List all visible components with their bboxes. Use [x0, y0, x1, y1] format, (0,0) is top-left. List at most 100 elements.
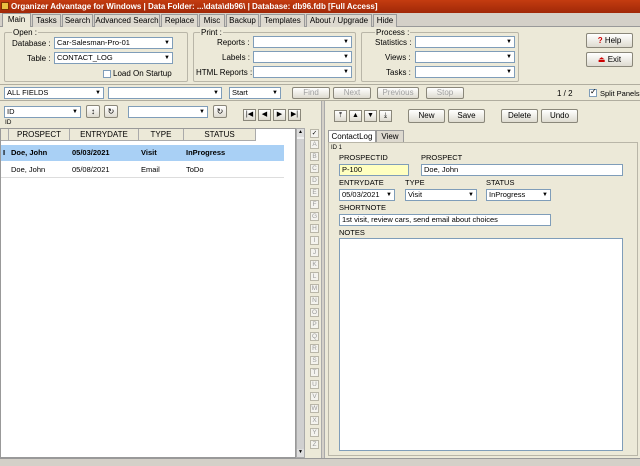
- find-button[interactable]: Find: [292, 87, 330, 99]
- tab-view[interactable]: View: [376, 130, 404, 142]
- next-button[interactable]: Next: [333, 87, 371, 99]
- letter-filter-e[interactable]: E: [310, 188, 319, 197]
- letter-filter-x[interactable]: X: [310, 416, 319, 425]
- stop-button[interactable]: Stop: [426, 87, 464, 99]
- records-grid[interactable]: PROSPECT ENTRYDATE TYPE STATUS I Doe, Jo…: [0, 128, 296, 458]
- notes-field[interactable]: [339, 238, 623, 451]
- column-header-status[interactable]: STATUS: [184, 129, 256, 141]
- letter-filter-b[interactable]: B: [310, 152, 319, 161]
- letter-filter-o[interactable]: O: [310, 308, 319, 317]
- tab-contactlog[interactable]: ContactLog: [328, 130, 376, 142]
- tab-advanced-search[interactable]: Advanced Search: [94, 14, 160, 27]
- undo-button[interactable]: Undo: [541, 109, 578, 123]
- split-panels-checkbox[interactable]: [589, 87, 597, 97]
- refresh-sort-button[interactable]: ↻: [104, 105, 118, 118]
- app-icon: [1, 2, 9, 10]
- column-header-entrydate[interactable]: ENTRYDATE: [70, 129, 139, 141]
- shortnote-field[interactable]: 1st visit, review cars, send email about…: [339, 214, 551, 226]
- reports-select[interactable]: ▼: [253, 36, 352, 48]
- save-button[interactable]: Save: [448, 109, 485, 123]
- move-up-button[interactable]: ▲: [349, 110, 362, 122]
- scroll-thumb[interactable]: [297, 139, 304, 449]
- panel-splitter[interactable]: [321, 101, 325, 458]
- statistics-select[interactable]: ▼: [415, 36, 515, 48]
- grid-scrollbar[interactable]: ▲ ▼: [296, 128, 305, 458]
- tab-main[interactable]: Main: [2, 13, 31, 27]
- search-field-select[interactable]: ALL FIELDS ▼: [4, 87, 104, 99]
- sort-direction-button[interactable]: ↕: [86, 105, 100, 118]
- letter-filter-f[interactable]: F: [310, 200, 319, 209]
- letter-filter-a[interactable]: A: [310, 140, 319, 149]
- search-mode-select[interactable]: Start ▼: [229, 87, 281, 99]
- previous-button[interactable]: Previous: [377, 87, 419, 99]
- html-reports-select[interactable]: ▼: [253, 66, 352, 78]
- letter-filter-g[interactable]: G: [310, 212, 319, 221]
- letter-filter-i[interactable]: I: [310, 236, 319, 245]
- type-select[interactable]: Visit ▼: [405, 189, 477, 201]
- new-button[interactable]: New: [408, 109, 445, 123]
- reports-label: Reports :: [217, 38, 250, 47]
- column-header-prospect[interactable]: PROSPECT: [9, 129, 70, 141]
- tab-backup[interactable]: Backup: [226, 14, 259, 27]
- database-select[interactable]: Car-Salesman-Pro-01 ▼: [54, 37, 173, 49]
- tab-templates[interactable]: Templates: [260, 14, 305, 27]
- tab-replace[interactable]: Replace: [161, 14, 198, 27]
- letter-filter-s[interactable]: S: [310, 356, 319, 365]
- prospectid-field[interactable]: P-100: [339, 164, 409, 176]
- letter-filter-r[interactable]: R: [310, 344, 319, 353]
- table-row[interactable]: Doe, John 05/08/2021 Email ToDo: [1, 162, 284, 178]
- entrydate-label: ENTRYDATE: [339, 178, 384, 187]
- filter-select[interactable]: ▼: [128, 106, 208, 118]
- move-down-button[interactable]: ▼: [364, 110, 377, 122]
- table-row[interactable]: I Doe, John 05/03/2021 Visit InProgress: [1, 145, 284, 161]
- views-select[interactable]: ▼: [415, 51, 515, 63]
- letter-filter-c[interactable]: C: [310, 164, 319, 173]
- letter-filter-l[interactable]: L: [310, 272, 319, 281]
- prospect-field[interactable]: Doe, John: [421, 164, 623, 176]
- ribbon-panel: Open : Database : Car-Salesman-Pro-01 ▼ T…: [0, 27, 640, 85]
- exit-button[interactable]: ⏏ Exit: [586, 52, 633, 67]
- move-top-button[interactable]: ⤒: [334, 110, 347, 122]
- letter-filter-j[interactable]: J: [310, 248, 319, 257]
- scroll-up-icon[interactable]: ▲: [297, 129, 304, 137]
- last-record-button[interactable]: ▶|: [288, 109, 301, 121]
- tab-hide[interactable]: Hide: [373, 14, 397, 27]
- letter-filter-y[interactable]: Y: [310, 428, 319, 437]
- tab-misc[interactable]: Misc: [199, 14, 225, 27]
- move-bottom-button[interactable]: ⤓: [379, 110, 392, 122]
- shortnote-label: SHORTNOTE: [339, 203, 386, 212]
- letter-filter-u[interactable]: U: [310, 380, 319, 389]
- letter-filter-z[interactable]: Z: [310, 440, 319, 449]
- tab-tasks[interactable]: Tasks: [32, 14, 61, 27]
- letter-filter-q[interactable]: Q: [310, 332, 319, 341]
- load-on-startup-checkbox[interactable]: [103, 70, 111, 78]
- help-button[interactable]: ? Help: [586, 33, 633, 48]
- first-record-button[interactable]: |◀: [243, 109, 256, 121]
- table-select[interactable]: CONTACT_LOG ▼: [54, 52, 173, 64]
- next-record-button[interactable]: ▶: [273, 109, 286, 121]
- delete-button[interactable]: Delete: [501, 109, 538, 123]
- scroll-down-icon[interactable]: ▼: [297, 449, 304, 457]
- tasks-select[interactable]: ▼: [415, 66, 515, 78]
- refresh-filter-button[interactable]: ↻: [213, 105, 227, 118]
- labels-select[interactable]: ▼: [253, 51, 352, 63]
- letter-filter-m[interactable]: M: [310, 284, 319, 293]
- entrydate-field[interactable]: 05/03/2021 ▼: [339, 189, 395, 201]
- letter-filter-t[interactable]: T: [310, 368, 319, 377]
- letter-filter-n[interactable]: N: [310, 296, 319, 305]
- sort-field-select[interactable]: ID ▼: [4, 106, 81, 118]
- letter-filter-w[interactable]: W: [310, 404, 319, 413]
- letter-filter-v[interactable]: V: [310, 392, 319, 401]
- status-select[interactable]: InProgress ▼: [486, 189, 551, 201]
- all-letters-button[interactable]: ✓: [310, 129, 319, 138]
- search-input[interactable]: ▼: [108, 87, 222, 99]
- html-reports-label: HTML Reports :: [196, 68, 253, 77]
- tab-about-upgrade[interactable]: About / Upgrade: [306, 14, 372, 27]
- letter-filter-h[interactable]: H: [310, 224, 319, 233]
- column-header-type[interactable]: TYPE: [139, 129, 184, 141]
- letter-filter-p[interactable]: P: [310, 320, 319, 329]
- prev-record-button[interactable]: ◀: [258, 109, 271, 121]
- letter-filter-k[interactable]: K: [310, 260, 319, 269]
- letter-filter-d[interactable]: D: [310, 176, 319, 185]
- tab-search[interactable]: Search: [62, 14, 93, 27]
